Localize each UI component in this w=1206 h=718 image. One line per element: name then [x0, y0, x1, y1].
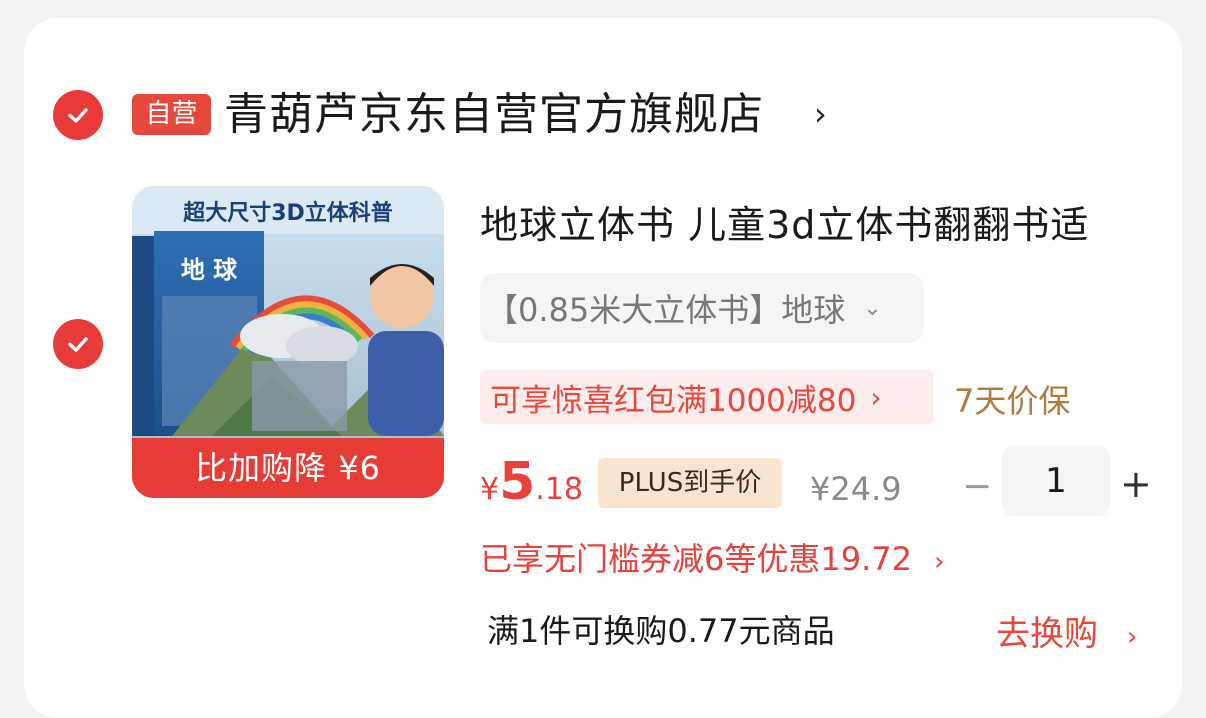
- promo-label: 可享惊喜红包满1000减80: [490, 382, 857, 419]
- chevron-right-icon: ›: [870, 380, 882, 414]
- price-currency: ¥: [480, 472, 500, 507]
- price-decimal: .18: [535, 472, 583, 507]
- exchange-label: 去换购: [996, 614, 1098, 654]
- chevron-right-icon: ›: [1126, 622, 1138, 652]
- store-chevron-icon[interactable]: ›: [814, 95, 827, 133]
- self-operated-badge: 自营: [132, 94, 211, 135]
- product-image[interactable]: 超大尺寸3D立体科普 地 球 比加购降 ¥6: [132, 186, 444, 498]
- image-book-title: 地 球: [181, 256, 238, 284]
- coupon-discount-link[interactable]: 已享无门槛券减6等优惠19.72 ›: [480, 534, 945, 580]
- check-icon: [68, 108, 88, 123]
- plus-price-tag: PLUS到手价: [598, 458, 782, 508]
- quantity-input[interactable]: 1: [1002, 446, 1110, 516]
- discount-label: 已享无门槛券减6等优惠19.72: [480, 540, 912, 578]
- original-price: ¥24.9: [810, 470, 902, 508]
- exchange-offer-text: 满1件可换购0.77元商品: [487, 612, 835, 650]
- quantity-decrease-button[interactable]: −: [962, 466, 992, 507]
- item-select-checkbox[interactable]: [53, 319, 103, 369]
- store-select-checkbox[interactable]: [53, 90, 103, 140]
- quantity-increase-button[interactable]: +: [1120, 462, 1152, 506]
- spec-selector[interactable]: 【0.85米大立体书】地球 ⌄: [480, 273, 924, 343]
- exchange-button[interactable]: 去换购 ›: [996, 606, 1137, 655]
- check-icon: [68, 337, 88, 352]
- red-packet-promo[interactable]: 可享惊喜红包满1000减80 ›: [480, 370, 933, 424]
- image-headline: 超大尺寸3D立体科普: [183, 200, 393, 226]
- spec-label: 【0.85米大立体书】地球: [486, 291, 846, 329]
- store-name-link[interactable]: 青葫芦京东自营官方旗舰店: [224, 88, 764, 142]
- price-integer: 5: [499, 452, 536, 512]
- current-price: ¥5.18: [480, 452, 583, 512]
- product-title-link[interactable]: 地球立体书 儿童3d立体书翻翻书适: [480, 200, 1089, 250]
- price-guarantee-label: 7天价保: [954, 382, 1071, 420]
- chevron-right-icon: ›: [934, 547, 945, 577]
- cart-discount-banner: 比加购降 ¥6: [132, 438, 444, 498]
- chevron-down-icon: ⌄: [863, 295, 882, 321]
